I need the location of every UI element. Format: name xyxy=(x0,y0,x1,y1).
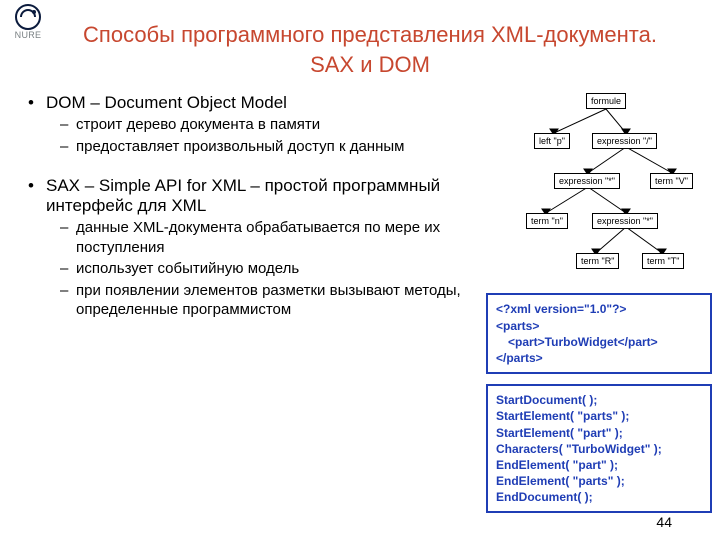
tree-node: term "R" xyxy=(576,253,619,269)
dom-heading: DOM – Document Object Model строит дерев… xyxy=(28,93,480,156)
logo-text: NURE xyxy=(6,30,50,40)
diagram-column: formule left "p" expression "/" expressi… xyxy=(486,93,712,513)
sax-events-box: StartDocument( ); StartElement( "parts" … xyxy=(486,384,712,513)
logo-icon xyxy=(15,4,41,30)
text-column: DOM – Document Object Model строит дерев… xyxy=(28,93,486,513)
page-number: 44 xyxy=(656,514,672,530)
tree-node: expression "*" xyxy=(554,173,620,189)
dom-sublist: строит дерево документа в памяти предост… xyxy=(46,115,480,156)
tree-node: term "T" xyxy=(642,253,684,269)
main-content: DOM – Document Object Model строит дерев… xyxy=(0,87,720,513)
tree-node: term "V" xyxy=(650,173,693,189)
sax-heading-text: SAX – Simple API for XML – простой прогр… xyxy=(46,176,440,215)
code-line: <?xml version="1.0"?> xyxy=(496,301,702,317)
sax-sub-item: при появлении элементов разметки вызываю… xyxy=(46,281,480,320)
code-line: StartElement( "parts" ); xyxy=(496,408,702,424)
code-line: <part>TurboWidget</part> xyxy=(496,334,702,350)
dom-heading-text: DOM – Document Object Model xyxy=(46,93,287,112)
page-title: Способы программного представления XML-д… xyxy=(0,0,720,87)
sax-sub-item: данные XML-документа обрабатывается по м… xyxy=(46,218,480,257)
dom-sub-item: строит дерево документа в памяти xyxy=(46,115,480,135)
sax-sublist: данные XML-документа обрабатывается по м… xyxy=(46,218,480,320)
dom-sub-item: предоставляет произвольный доступ к данн… xyxy=(46,137,480,157)
code-line: StartElement( "part" ); xyxy=(496,425,702,441)
logo: NURE xyxy=(6,4,50,40)
code-line: EndDocument( ); xyxy=(496,489,702,505)
code-line: Characters( "TurboWidget" ); xyxy=(496,441,702,457)
tree-diagram: formule left "p" expression "/" expressi… xyxy=(486,93,712,283)
code-line: EndElement( "parts" ); xyxy=(496,473,702,489)
code-line: EndElement( "part" ); xyxy=(496,457,702,473)
xml-code-box: <?xml version="1.0"?> <parts> <part>Turb… xyxy=(486,293,712,374)
code-line: StartDocument( ); xyxy=(496,392,702,408)
tree-node: formule xyxy=(586,93,626,109)
sax-heading: SAX – Simple API for XML – простой прогр… xyxy=(28,176,480,320)
sax-sub-item: использует событийную модель xyxy=(46,259,480,279)
bullet-list: DOM – Document Object Model строит дерев… xyxy=(28,93,480,156)
tree-node: expression "*" xyxy=(592,213,658,229)
tree-node: left "p" xyxy=(534,133,570,149)
bullet-list: SAX – Simple API for XML – простой прогр… xyxy=(28,176,480,320)
tree-node: expression "/" xyxy=(592,133,657,149)
code-line: <parts> xyxy=(496,318,702,334)
code-line: </parts> xyxy=(496,350,702,366)
tree-node: term "n" xyxy=(526,213,568,229)
